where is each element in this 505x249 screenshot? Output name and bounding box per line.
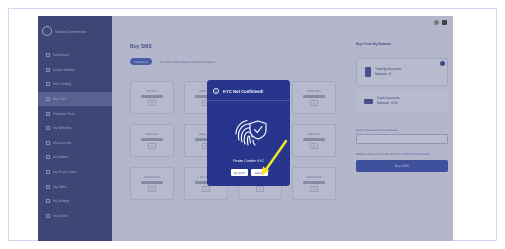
kyc-modal: ! KYC Not Confirmed! Please Confirm KYC … xyxy=(207,80,290,186)
modal-divider xyxy=(207,100,290,101)
modal-message: Please Confirm KYC xyxy=(232,159,265,163)
modal-header: ! KYC Not Confirmed! xyxy=(213,88,263,94)
go-kyc-button[interactable]: Go KYC xyxy=(231,169,248,176)
modal-title: KYC Not Confirmed! xyxy=(223,88,264,94)
modal-actions: Go KYC Cancel xyxy=(231,169,268,176)
cancel-button[interactable]: Cancel xyxy=(251,169,268,176)
app-window: SmartCommerce Dashboard Create Website W… xyxy=(38,16,453,241)
info-icon: ! xyxy=(213,88,219,94)
fingerprint-shield-icon xyxy=(235,119,267,146)
